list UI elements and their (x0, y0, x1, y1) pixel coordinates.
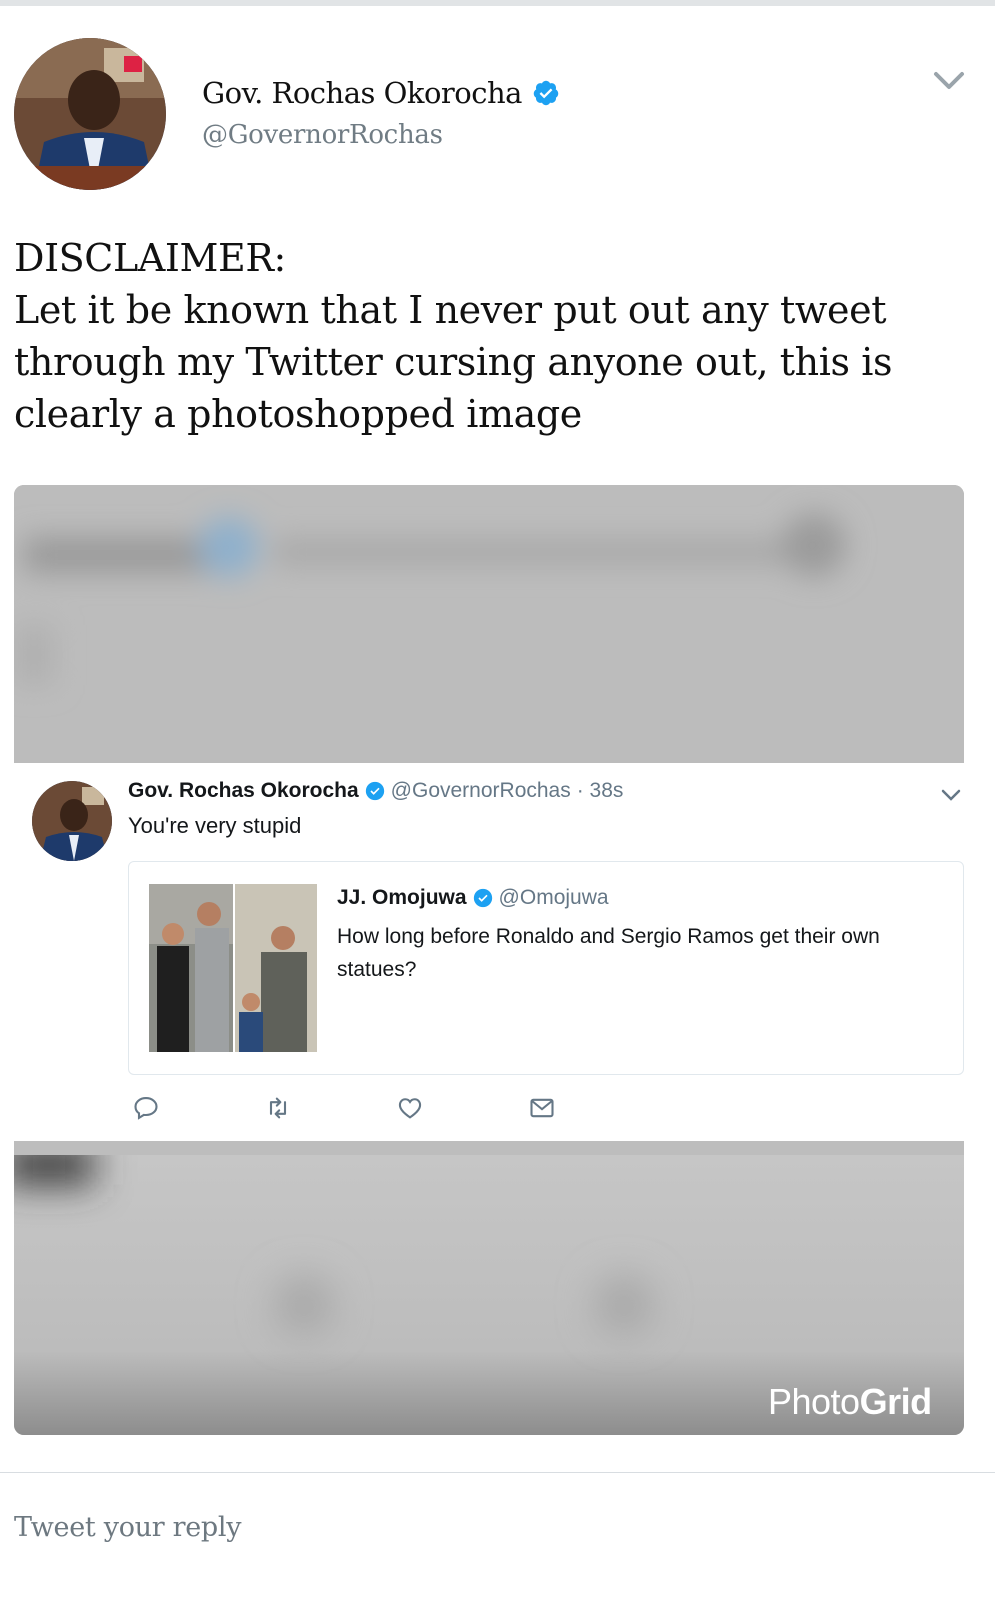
embedded-timestamp: · 38s (576, 779, 624, 802)
author-handle[interactable]: @GovernorRochas (202, 120, 443, 150)
embedded-actions (132, 1093, 660, 1123)
verified-icon (365, 781, 384, 801)
blurred-region-top (14, 485, 964, 763)
embedded-header: Gov. Rochas Okorocha @GovernorRochas · 3… (128, 779, 623, 803)
retweet-action (264, 1093, 396, 1123)
watermark-part2: Grid (859, 1381, 933, 1422)
reply-input[interactable]: Tweet your reply (14, 1512, 242, 1543)
tweet-text: DISCLAIMER: Let it be known that I never… (14, 236, 893, 436)
author-name-row: Gov. Rochas Okorocha (202, 76, 560, 110)
quoted-photo-left (149, 884, 233, 1052)
like-icon (398, 1098, 422, 1119)
author-avatar[interactable] (14, 38, 166, 190)
quoted-author-handle: @Omojuwa (498, 886, 609, 909)
embedded-author-name: Gov. Rochas Okorocha (128, 779, 359, 802)
reply-divider (0, 1472, 995, 1473)
tweet-media-image[interactable]: Gov. Rochas Okorocha @GovernorRochas · 3… (14, 485, 964, 1435)
retweet-icon (269, 1097, 287, 1119)
quoted-tweet: JJ. Omojuwa @Omojuwa How long before Ron… (128, 861, 964, 1075)
reply-icon (134, 1097, 158, 1120)
quoted-header: JJ. Omojuwa @Omojuwa (337, 886, 609, 910)
verified-icon (533, 80, 559, 106)
message-action (528, 1093, 660, 1123)
embedded-tweet-screenshot: Gov. Rochas Okorocha @GovernorRochas · 3… (14, 763, 964, 1141)
message-icon (530, 1098, 554, 1118)
reply-action (132, 1093, 264, 1123)
watermark-part1: Photo (768, 1381, 860, 1422)
embedded-author-handle: @GovernorRochas (390, 779, 571, 802)
like-action (396, 1093, 528, 1123)
quoted-photo-right (235, 884, 317, 1052)
chevron-down-icon[interactable] (932, 66, 966, 96)
top-divider (0, 0, 995, 6)
embedded-tweet-text: You're very stupid (128, 813, 302, 838)
verified-icon (473, 888, 492, 908)
quoted-author-name: JJ. Omojuwa (337, 886, 467, 909)
photogrid-watermark: PhotoGrid (768, 1381, 932, 1423)
quoted-tweet-text: How long before Ronaldo and Sergio Ramos… (337, 925, 880, 981)
author-name[interactable]: Gov. Rochas Okorocha (202, 76, 522, 110)
embedded-avatar (32, 781, 112, 861)
chevron-down-icon (941, 789, 961, 801)
